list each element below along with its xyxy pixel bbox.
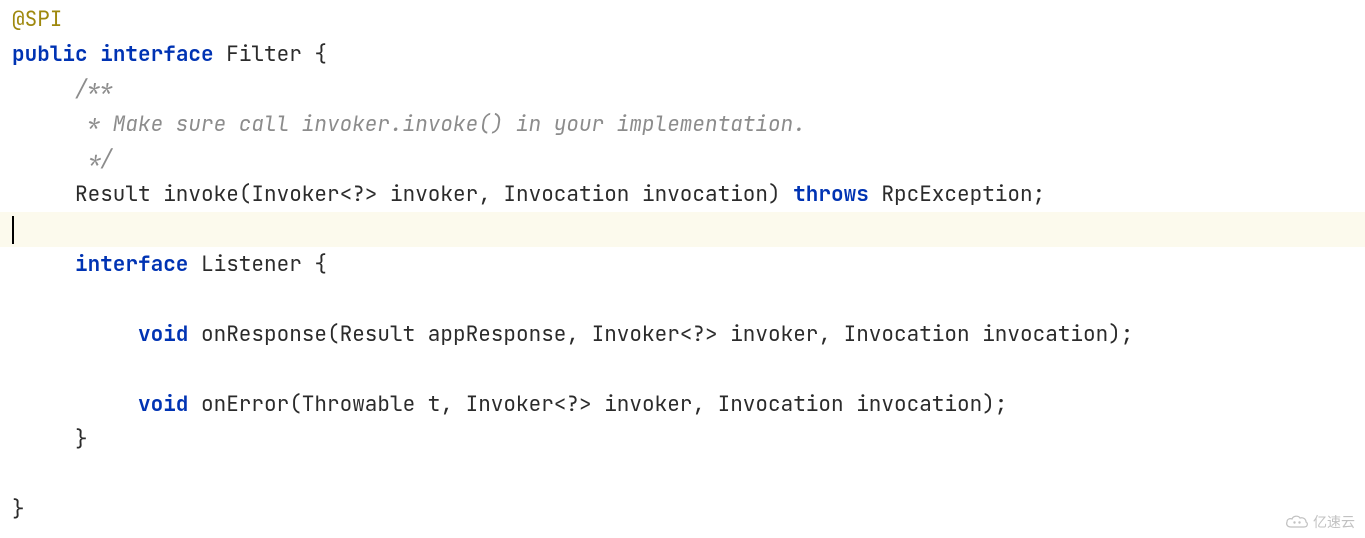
code-token-comment: * Make sure call invoker.invoke() in you… (12, 111, 806, 138)
code-token-kw: throws (793, 181, 869, 208)
code-line[interactable]: public interface Filter { (12, 37, 1365, 72)
code-token-kw: interface (100, 41, 213, 68)
cloud-icon (1285, 514, 1309, 530)
code-line[interactable]: interface Listener { (12, 247, 1365, 282)
code-token-ident: Filter { (214, 41, 327, 68)
code-line[interactable]: } (12, 422, 1365, 457)
code-token-comment: /** (12, 76, 113, 103)
code-token-kw: void (138, 391, 188, 418)
code-token-kw: void (138, 321, 188, 348)
watermark: 亿速云 (1285, 512, 1355, 532)
code-token-ident: onResponse(Result appResponse, Invoker<?… (188, 321, 1133, 348)
code-token-ident: } (12, 496, 25, 523)
code-token-annotation: @SPI (12, 6, 62, 33)
code-token-ident: Result invoke(Invoker<?> invoker, Invoca… (12, 181, 793, 208)
code-line[interactable]: * Make sure call invoker.invoke() in you… (12, 107, 1365, 142)
code-token-ident (88, 41, 101, 68)
code-token-kw: public (12, 41, 88, 68)
code-token-ident: } (12, 426, 88, 453)
code-line[interactable] (12, 457, 1365, 492)
code-line[interactable]: Result invoke(Invoker<?> invoker, Invoca… (12, 177, 1365, 212)
code-token-ident: Listener { (188, 251, 327, 278)
code-line[interactable]: } (12, 492, 1365, 527)
code-line[interactable] (0, 212, 1365, 247)
code-editor[interactable]: @SPI public interface Filter { /** * Make… (0, 0, 1365, 538)
code-line[interactable]: */ (12, 142, 1365, 177)
code-line[interactable]: void onError(Throwable t, Invoker<?> inv… (12, 387, 1365, 422)
code-line[interactable]: @SPI (12, 2, 1365, 37)
code-token-ident (12, 251, 75, 278)
code-token-ident (12, 321, 138, 348)
code-token-ident (12, 391, 138, 418)
code-line[interactable]: void onResponse(Result appResponse, Invo… (12, 317, 1365, 352)
code-token-ident: onError(Throwable t, Invoker<?> invoker,… (188, 391, 1007, 418)
code-token-comment: */ (12, 146, 113, 173)
code-line[interactable] (12, 282, 1365, 317)
code-token-ident: RpcException; (869, 181, 1045, 208)
text-caret (12, 216, 14, 244)
code-line[interactable] (12, 352, 1365, 387)
code-token-kw: interface (75, 251, 188, 278)
code-line[interactable]: /** (12, 72, 1365, 107)
watermark-text: 亿速云 (1313, 512, 1355, 532)
